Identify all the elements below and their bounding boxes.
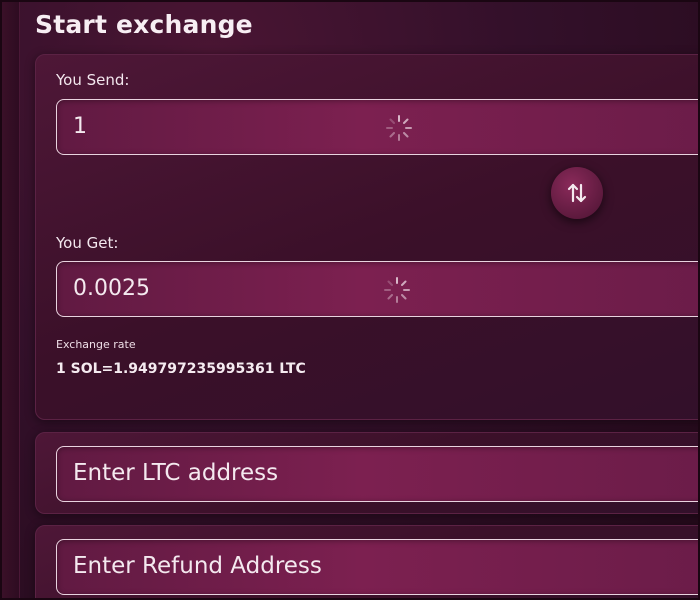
left-sidebar-edge (2, 2, 20, 598)
swap-currencies-button[interactable] (551, 167, 603, 219)
page-title: Start exchange (35, 10, 253, 39)
send-amount-field[interactable]: 1 (56, 99, 698, 155)
refund-card: Enter Refund Address (35, 525, 698, 598)
send-label: You Send: (56, 71, 130, 89)
get-label: You Get: (56, 234, 119, 252)
exchange-card: You Send: 1 You Get: 0.0025 Exchange rat… (35, 54, 698, 420)
get-amount-field[interactable]: 0.0025 (56, 261, 698, 317)
exchange-rate-label: Exchange rate (56, 338, 136, 351)
exchange-panel: Start exchange You Send: 1 You Get: 0.00… (0, 0, 700, 600)
ltc-address-input[interactable]: Enter LTC address (56, 446, 698, 502)
refund-address-placeholder[interactable]: Enter Refund Address (73, 553, 322, 579)
refund-address-input[interactable]: Enter Refund Address (56, 539, 698, 595)
loading-spinner-icon (386, 115, 412, 141)
ltc-address-placeholder[interactable]: Enter LTC address (73, 460, 278, 486)
loading-spinner-icon (384, 277, 410, 303)
send-amount-value[interactable]: 1 (73, 114, 87, 139)
exchange-rate-value: 1 SOL=1.949797235995361 LTC (56, 361, 306, 377)
swap-vertical-arrows-icon (567, 183, 587, 203)
address-card: Enter LTC address (35, 432, 698, 514)
get-amount-value[interactable]: 0.0025 (73, 276, 150, 301)
